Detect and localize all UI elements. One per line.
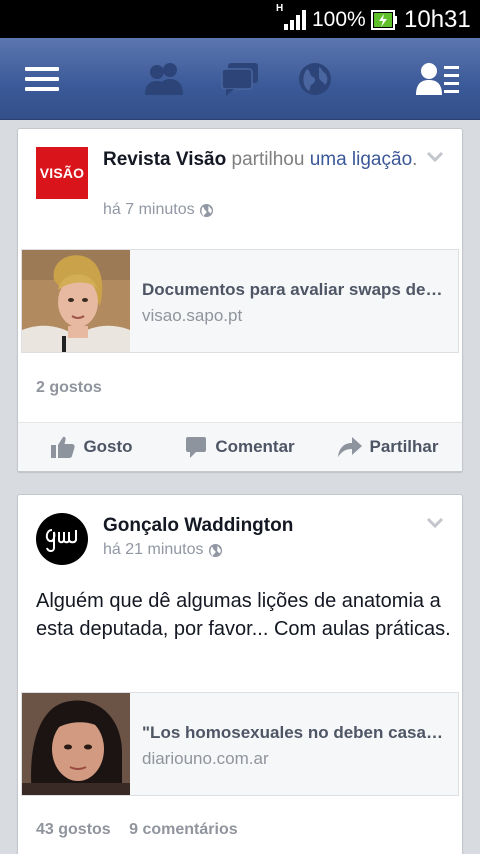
avatar[interactable] — [36, 513, 88, 565]
clock: 10h31 — [404, 6, 471, 33]
link-domain: diariouno.com.ar — [142, 749, 269, 768]
link-title: "Los homosexuales no deben casarse" — [142, 723, 448, 742]
signal-icon — [284, 10, 306, 30]
link-domain: visao.sapo.pt — [142, 306, 243, 325]
story-header: Gonçalo Waddington — [103, 513, 423, 539]
timestamp-text: há 21 minutos — [103, 541, 204, 558]
network-type: H — [276, 3, 284, 14]
link-attachment[interactable]: Documentos para avaliar swaps destruídos… — [21, 249, 459, 353]
timestamp-text: há 7 minutos — [103, 201, 195, 218]
comment-button[interactable]: Comentar — [166, 423, 314, 471]
story-actions: Gosto Comentar Partilhar — [18, 423, 462, 471]
public-globe-icon — [208, 543, 222, 557]
feed-story: VISÃO Revista Visão partilhou uma ligaçã… — [17, 128, 463, 472]
comment-label: Comentar — [215, 437, 295, 456]
story-action-text: partilhou — [231, 149, 305, 170]
battery-charging-icon — [371, 10, 397, 30]
story-punctuation: . — [412, 149, 418, 170]
contacts-icon[interactable] — [414, 38, 462, 120]
status-bar: H 100% 10h31 — [0, 0, 480, 38]
share-label: Partilhar — [369, 437, 439, 456]
like-button[interactable]: Gosto — [18, 423, 166, 471]
messages-icon[interactable] — [218, 38, 262, 120]
friend-requests-icon[interactable] — [140, 38, 188, 120]
comment-bubble-icon — [186, 437, 207, 458]
story-counts: 43 gostos 9 comentários — [36, 821, 238, 839]
thumbs-up-icon — [51, 436, 76, 458]
top-nav-bar — [0, 38, 480, 120]
chevron-down-icon[interactable] — [426, 517, 444, 529]
likes-count[interactable]: 43 gostos — [36, 821, 111, 838]
public-globe-icon — [199, 203, 213, 217]
story-header: Revista Visão partilhou uma ligação. — [103, 147, 423, 173]
post-message: Alguém que dê algumas lições de anatomia… — [36, 590, 451, 640]
link-thumbnail — [22, 693, 130, 795]
author-name[interactable]: Gonçalo Waddington — [103, 515, 293, 536]
likes-count[interactable]: 2 gostos — [36, 379, 102, 397]
menu-icon[interactable] — [22, 38, 62, 120]
share-arrow-icon — [337, 437, 362, 457]
like-label: Gosto — [83, 437, 133, 456]
story-timestamp: há 7 minutos — [103, 201, 214, 219]
story-timestamp: há 21 minutos — [103, 541, 223, 559]
avatar[interactable]: VISÃO — [36, 147, 88, 199]
globe-icon[interactable] — [295, 38, 335, 120]
shared-link-text[interactable]: uma ligação — [310, 149, 412, 170]
feed-story: Gonçalo Waddington há 21 minutos Alguém … — [17, 494, 463, 854]
comments-count[interactable]: 9 comentários — [129, 821, 237, 838]
link-thumbnail — [22, 250, 130, 352]
battery-percent: 100% — [312, 8, 366, 31]
gw-logo-icon — [45, 529, 77, 552]
chevron-down-icon[interactable] — [426, 151, 444, 163]
author-name[interactable]: Revista Visão — [103, 149, 226, 170]
link-attachment[interactable]: "Los homosexuales no deben casarse" diar… — [21, 692, 459, 796]
link-title: Documentos para avaliar swaps destruídos — [142, 280, 448, 299]
share-button[interactable]: Partilhar — [314, 423, 462, 471]
